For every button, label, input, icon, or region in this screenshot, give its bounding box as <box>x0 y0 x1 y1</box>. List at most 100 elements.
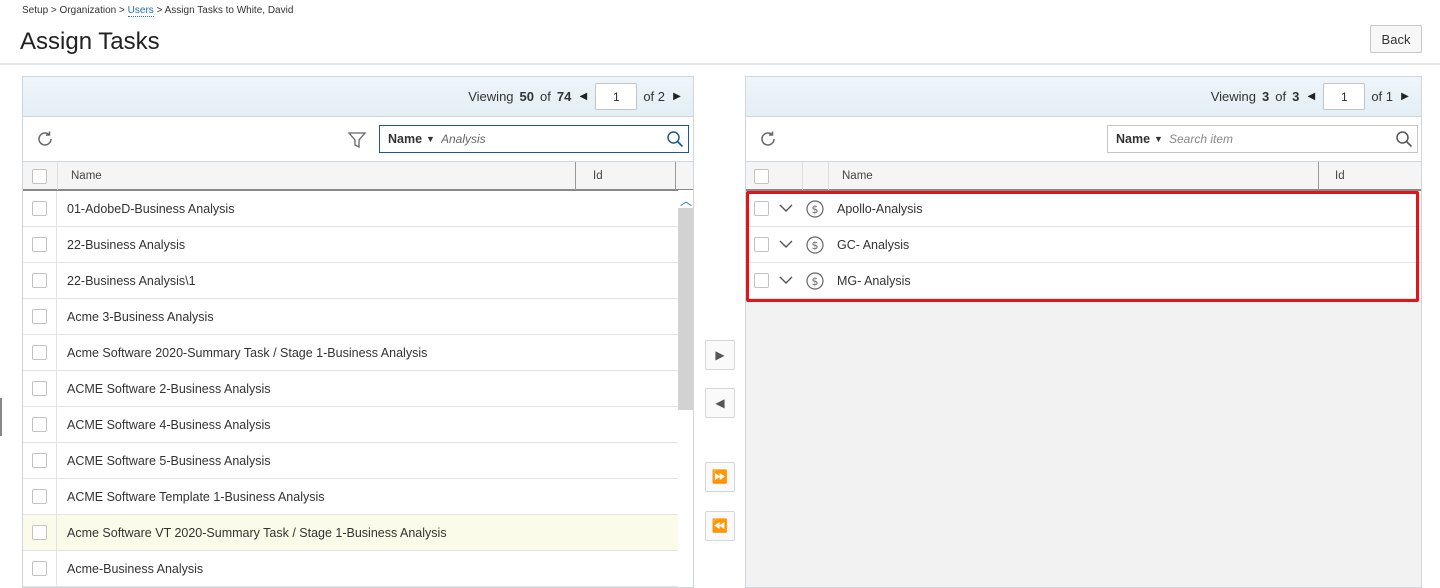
task-name: 22-Business Analysis\1 <box>67 273 196 288</box>
table-row[interactable]: $ Apollo-Analysis <box>746 191 1421 227</box>
next-page-icon[interactable]: ▶ <box>1399 91 1411 102</box>
search-field-selector[interactable]: Name <box>1116 132 1150 146</box>
table-row[interactable]: ACME Software 4-Business Analysis <box>23 406 693 443</box>
row-checkbox[interactable] <box>32 525 47 540</box>
task-name: ACME Software 2-Business Analysis <box>67 381 271 396</box>
total-count: 3 <box>1292 89 1300 104</box>
table-row[interactable]: 22-Business Analysis <box>23 226 693 263</box>
back-button[interactable]: Back <box>1370 25 1422 53</box>
column-divider <box>802 162 804 190</box>
search-icon[interactable] <box>666 130 684 148</box>
column-header-id[interactable]: Id <box>1335 162 1345 190</box>
chevron-down-icon[interactable] <box>779 273 793 287</box>
viewing-count: 50 <box>519 89 534 104</box>
row-checkbox[interactable] <box>32 489 47 504</box>
row-checkbox-cell <box>23 298 57 335</box>
breadcrumb-users-link[interactable]: Users <box>127 5 154 17</box>
right-grid-header: Name Id <box>746 161 1421 191</box>
table-row[interactable]: Acme 3-Business Analysis <box>23 298 693 335</box>
table-row[interactable]: 01-AdobeD-Business Analysis <box>23 190 693 227</box>
chevron-down-icon[interactable] <box>779 201 793 215</box>
task-name: Acme 3-Business Analysis <box>67 309 214 324</box>
double-right-icon: ⏩ <box>711 469 729 484</box>
select-all-cell <box>32 162 47 190</box>
table-row-hovered[interactable]: Acme Software VT 2020-Summary Task / Sta… <box>23 514 693 551</box>
row-checkbox[interactable] <box>32 273 47 288</box>
row-checkbox-cell <box>23 334 57 371</box>
filter-icon[interactable] <box>347 130 367 150</box>
page-number-input[interactable] <box>1323 83 1366 110</box>
task-name: 01-AdobeD-Business Analysis <box>67 201 235 216</box>
table-row[interactable]: Acme-Business Analysis <box>23 550 693 587</box>
right-task-list: $ Apollo-Analysis $ GC- Analysis $ MG- A… <box>746 191 1421 299</box>
chevron-down-icon[interactable] <box>779 237 793 251</box>
move-all-left-button[interactable]: ⏪ <box>705 511 735 541</box>
search-icon[interactable] <box>1395 130 1413 148</box>
row-checkbox[interactable] <box>754 201 769 216</box>
column-resize-handle[interactable] <box>575 162 577 190</box>
left-pager: Viewing 50 of 74 ◀ of 2 ▶ <box>23 77 693 117</box>
refresh-icon[interactable] <box>35 129 55 149</box>
move-left-button[interactable]: ◀ <box>705 388 735 418</box>
row-checkbox[interactable] <box>32 381 47 396</box>
row-checkbox[interactable] <box>32 201 47 216</box>
chevron-down-icon[interactable]: ▼ <box>1154 134 1163 144</box>
move-all-right-button[interactable]: ⏩ <box>705 462 735 492</box>
row-checkbox[interactable] <box>32 345 47 360</box>
table-row[interactable]: $ MG- Analysis <box>746 263 1421 299</box>
task-name: ACME Software 4-Business Analysis <box>67 417 271 432</box>
row-checkbox[interactable] <box>754 273 769 288</box>
task-name: Acme Software 2020-Summary Task / Stage … <box>67 345 428 360</box>
task-name: Apollo-Analysis <box>837 202 923 216</box>
left-grid-header: Name Id <box>23 161 693 191</box>
right-search-input[interactable] <box>1168 132 1369 146</box>
refresh-icon[interactable] <box>758 129 778 149</box>
table-row[interactable]: ACME Software 5-Business Analysis <box>23 442 693 479</box>
select-all-checkbox[interactable] <box>32 168 47 184</box>
chevron-down-icon[interactable]: ▼ <box>426 134 435 144</box>
next-page-icon[interactable]: ▶ <box>671 91 683 102</box>
column-header-id[interactable]: Id <box>593 162 603 190</box>
breadcrumb-sep: > <box>50 5 57 16</box>
column-divider <box>57 162 59 190</box>
of-pages-label: of 1 <box>1371 89 1393 104</box>
row-checkbox[interactable] <box>32 417 47 432</box>
row-checkbox[interactable] <box>754 237 769 252</box>
column-resize-handle[interactable] <box>1318 162 1320 190</box>
row-checkbox[interactable] <box>32 453 47 468</box>
double-left-icon: ⏪ <box>711 518 729 533</box>
scrollbar-thumb[interactable] <box>678 208 693 410</box>
row-checkbox-cell <box>23 226 57 263</box>
dollar-icon: $ <box>806 200 824 218</box>
prev-page-icon[interactable]: ◀ <box>1305 91 1317 102</box>
row-checkbox[interactable] <box>32 309 47 324</box>
column-divider <box>828 162 830 190</box>
column-resize-handle[interactable] <box>675 162 677 190</box>
prev-page-icon[interactable]: ◀ <box>577 91 589 102</box>
row-checkbox[interactable] <box>32 237 47 252</box>
select-all-checkbox[interactable] <box>754 168 769 184</box>
row-checkbox-cell <box>23 550 57 587</box>
task-name: GC- Analysis <box>837 238 910 252</box>
of-label: of <box>540 89 551 104</box>
table-row[interactable]: ACME Software Template 1-Business Analys… <box>23 478 693 515</box>
row-checkbox[interactable] <box>32 561 47 576</box>
column-header-name[interactable]: Name <box>71 162 102 190</box>
page-number-input[interactable] <box>595 83 638 110</box>
left-search-box: Name ▼ <box>379 125 689 153</box>
table-row[interactable]: Acme Software 2020-Summary Task / Stage … <box>23 334 693 371</box>
table-row[interactable]: $ GC- Analysis <box>746 227 1421 263</box>
search-field-selector[interactable]: Name <box>388 132 422 146</box>
assigned-tasks-panel: Viewing 3 of 3 ◀ of 1 ▶ Name ▼ Name Id $… <box>745 76 1422 588</box>
task-name: 22-Business Analysis <box>67 237 186 252</box>
table-row[interactable]: 22-Business Analysis\1 <box>23 262 693 299</box>
column-header-name[interactable]: Name <box>842 162 873 190</box>
scroll-up-icon[interactable]: ︿ <box>680 192 692 209</box>
table-row[interactable]: ACME Software 2-Business Analysis <box>23 370 693 407</box>
page-title: Assign Tasks <box>20 28 160 55</box>
left-search-input[interactable] <box>440 132 641 146</box>
svg-text:$: $ <box>812 275 819 288</box>
scrollbar[interactable]: ︿ <box>678 190 693 587</box>
move-right-button[interactable]: ▶ <box>705 340 735 370</box>
side-marker <box>0 398 2 436</box>
